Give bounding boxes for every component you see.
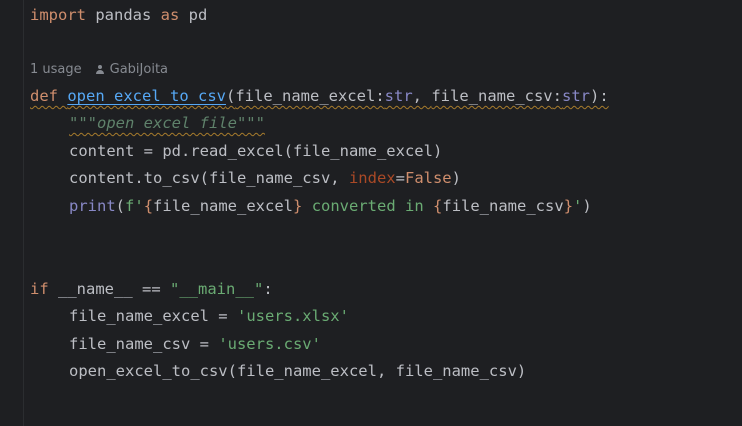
code-line-assign-excel[interactable]: file_name_excel = 'users.xlsx': [30, 305, 349, 327]
string-users-xlsx: 'users.xlsx': [236, 307, 349, 325]
open-paren: (: [115, 197, 126, 215]
string-main: "__main__": [170, 280, 264, 298]
usages-hint[interactable]: 1 usage: [30, 62, 82, 77]
code-line-docstring[interactable]: """open excel file""": [30, 112, 265, 134]
code-line-read-excel[interactable]: content = pd.read_excel(file_name_excel): [30, 140, 442, 162]
keyword-if: if: [30, 280, 49, 298]
close-paren: ): [451, 169, 461, 187]
param-file-name-csv: file_name_csv: [431, 87, 553, 105]
named-arg-index: index: [348, 169, 396, 187]
code-line-assign-csv[interactable]: file_name_csv = 'users.csv': [30, 333, 321, 355]
name-compare: __name__ ==: [48, 280, 170, 298]
code-line-def[interactable]: def open_excel_to_csv(file_name_excel:st…: [30, 85, 609, 107]
gutter-divider: [23, 0, 24, 426]
fstring-brace-close-1: }: [293, 197, 303, 215]
assign-excel-lhs: file_name_excel =: [69, 307, 237, 325]
code-line-import[interactable]: import pandas as pd: [30, 4, 207, 26]
function-name[interactable]: open_excel_to_csv: [67, 87, 226, 105]
code-line-to-csv[interactable]: content.to_csv(file_name_csv, index=Fals…: [30, 167, 461, 189]
string-users-csv: 'users.csv': [218, 335, 321, 353]
keyword-import: import: [30, 6, 86, 24]
fstring-var-csv: file_name_csv: [442, 197, 564, 215]
type-str-2: str: [562, 87, 590, 105]
assign-csv-lhs: file_name_csv =: [69, 335, 219, 353]
code-line-print[interactable]: print(f'{file_name_excel} converted in {…: [30, 195, 592, 217]
to-csv-call: content.to_csv(file_name_csv,: [69, 169, 349, 187]
fstring-prefix: f': [125, 197, 144, 215]
fstring-end: ': [573, 197, 583, 215]
fstring-brace-close-2: }: [563, 197, 574, 215]
fstring-brace-open-2: {: [433, 197, 443, 215]
code-line-if-main[interactable]: if __name__ == "__main__":: [30, 278, 273, 300]
builtin-print: print: [69, 197, 116, 215]
equals-sign: =: [395, 169, 405, 187]
inlay-hint[interactable]: 1 usage GabiJoita: [30, 59, 168, 81]
close-paren: ): [582, 197, 592, 215]
colon: :: [263, 280, 273, 298]
keyword-false: False: [404, 169, 452, 187]
module-alias: pd: [179, 6, 208, 24]
keyword-def: def: [30, 87, 58, 105]
function-call: open_excel_to_csv(file_name_excel, file_…: [69, 362, 527, 380]
code-editor[interactable]: import pandas as pd 1 usage GabiJoita def…: [0, 0, 742, 426]
fstring-brace-open-1: {: [143, 197, 154, 215]
param-file-name-excel: file_name_excel: [235, 87, 376, 105]
keyword-as: as: [160, 6, 180, 24]
author-hint[interactable]: GabiJoita: [110, 62, 168, 77]
person-icon: [96, 65, 105, 74]
read-excel-statement: content = pd.read_excel(file_name_excel): [69, 142, 443, 160]
code-line-call[interactable]: open_excel_to_csv(file_name_excel, file_…: [30, 360, 526, 382]
module-name: pandas: [86, 6, 161, 24]
fstring-var-excel: file_name_excel: [153, 197, 294, 215]
fstring-text: converted in: [302, 197, 434, 215]
type-str-1: str: [384, 87, 413, 105]
docstring: """open excel file""": [69, 114, 265, 132]
